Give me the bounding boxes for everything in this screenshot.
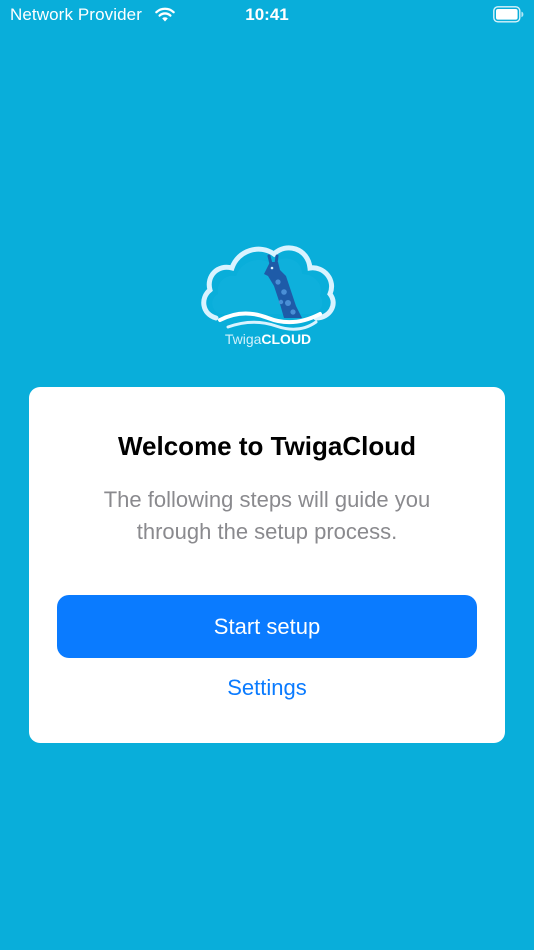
welcome-title: Welcome to TwigaCloud xyxy=(117,431,417,461)
settings-link[interactable]: Settings xyxy=(29,675,505,701)
welcome-card: Welcome to TwigaCloud The following step… xyxy=(29,387,505,743)
welcome-description: The following steps will guide you throu… xyxy=(103,487,431,544)
start-setup-button[interactable]: Start setup xyxy=(57,595,477,658)
logo-text-cloud: CLOUD xyxy=(261,331,312,347)
status-time: 10:41 xyxy=(245,5,289,24)
status-bar: Network Provider 10:41 xyxy=(0,0,534,32)
logo-text-twiga: Twiga xyxy=(224,331,262,347)
battery-icon xyxy=(493,6,524,23)
start-setup-button-label: Start setup xyxy=(213,613,321,639)
logo-wordmark: TwigaCLOUD xyxy=(198,331,338,347)
giraffe-cloud-logo-icon xyxy=(201,245,336,331)
twigacloud-logo: TwigaCLOUD xyxy=(198,240,338,350)
